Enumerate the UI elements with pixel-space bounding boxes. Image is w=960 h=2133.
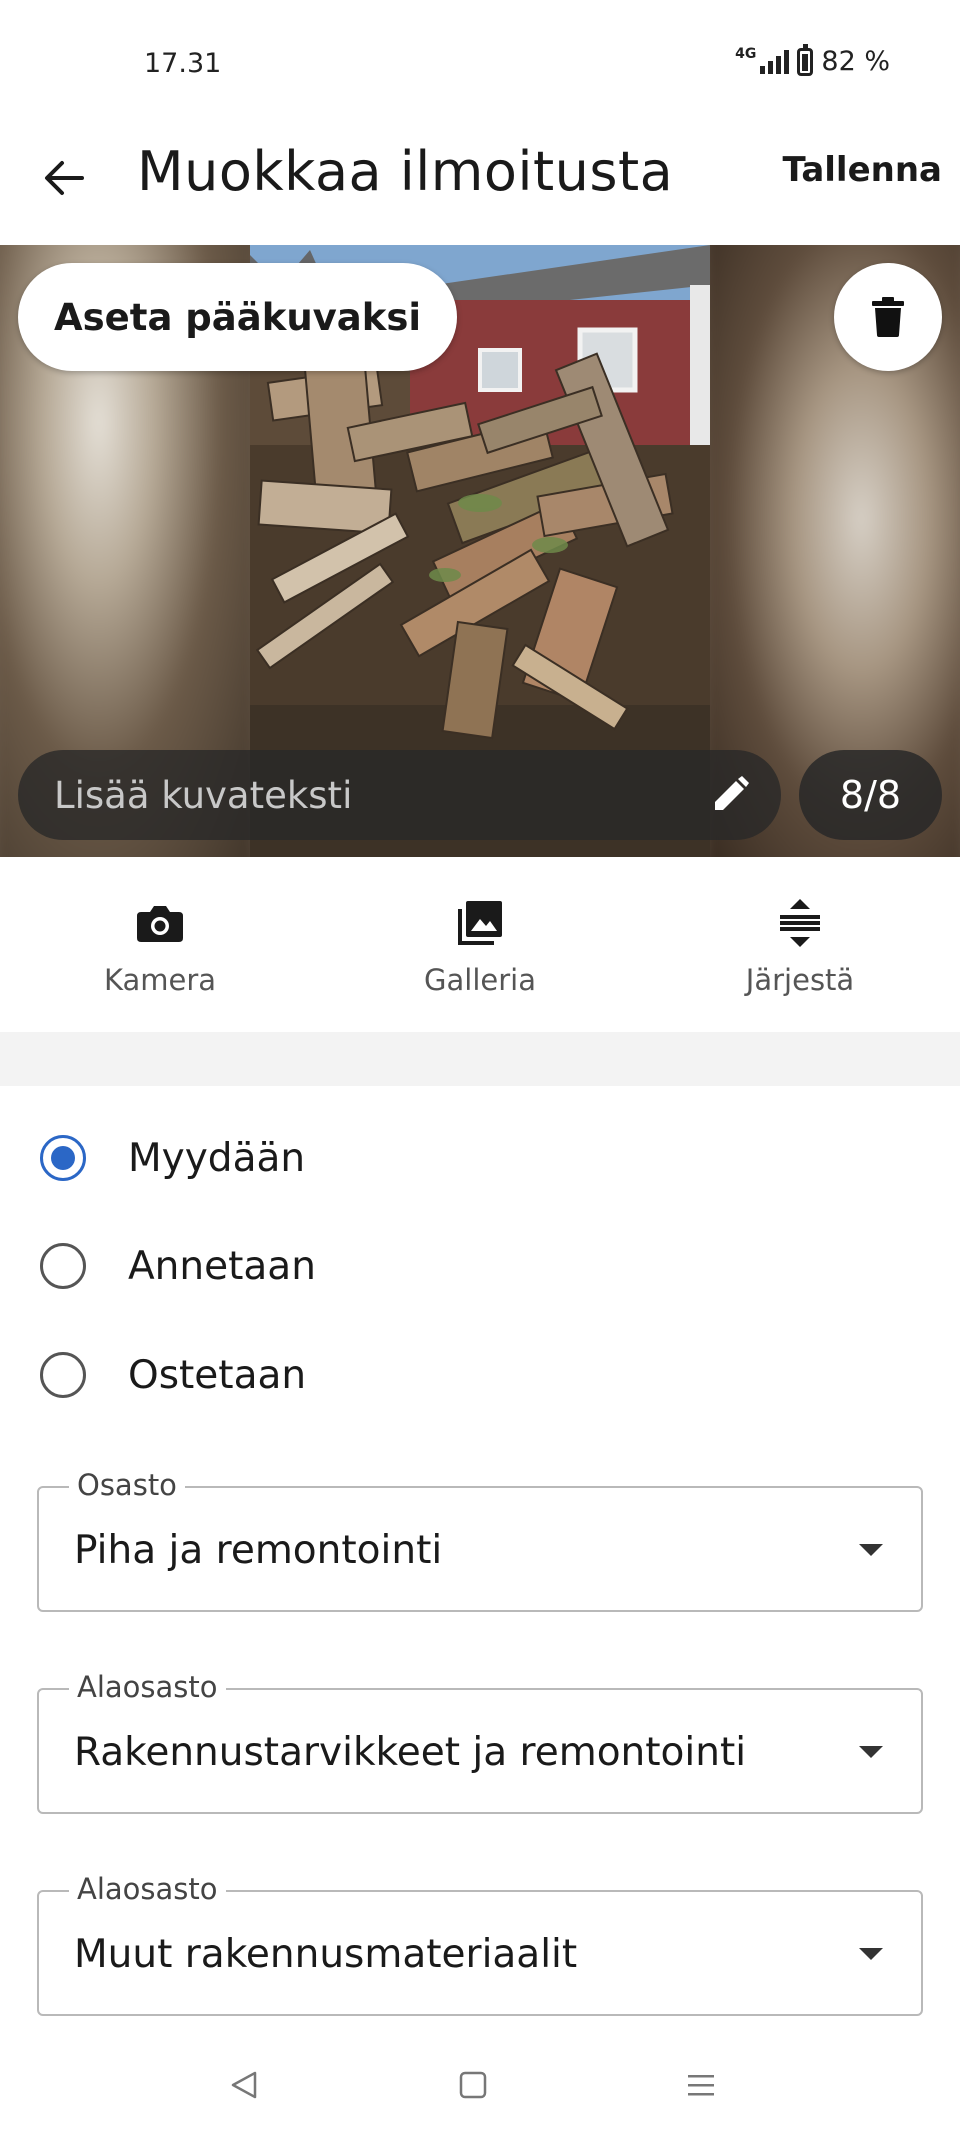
- square-home-icon[interactable]: [448, 2060, 498, 2110]
- gallery-icon: [454, 897, 506, 949]
- caret-down-icon: [859, 1948, 883, 1960]
- save-button[interactable]: Tallenna: [783, 150, 942, 190]
- battery-icon: [797, 43, 814, 76]
- radio-option-myydaan[interactable]: Myydään: [0, 1108, 960, 1208]
- caret-down-icon: [859, 1544, 883, 1556]
- field-label: Osasto: [69, 1468, 185, 1502]
- radio-label: Myydään: [128, 1135, 306, 1181]
- caption-placeholder: Lisää kuvateksti: [54, 773, 353, 817]
- system-nav-bar: [0, 2040, 960, 2133]
- gallery-button[interactable]: Galleria: [320, 857, 640, 1032]
- photo-actions: Kamera Galleria Järjestä: [0, 857, 960, 1032]
- pencil-icon[interactable]: [707, 772, 753, 818]
- field-value: Rakennustarvikkeet ja remontointi: [74, 1730, 747, 1775]
- caret-down-icon: [859, 1746, 883, 1758]
- delete-photo-button[interactable]: [834, 263, 942, 371]
- trash-icon: [872, 297, 904, 337]
- photo-counter: 8/8: [799, 750, 942, 840]
- radio-button[interactable]: [40, 1243, 86, 1289]
- battery-level: 82 %: [821, 46, 890, 77]
- camera-button[interactable]: Kamera: [0, 857, 320, 1032]
- radio-option-annetaan[interactable]: Annetaan: [0, 1216, 960, 1316]
- status-indicators: 4G 82 %: [735, 43, 890, 77]
- department-select[interactable]: Osasto Piha ja remontointi: [37, 1468, 923, 1612]
- page-title: Muokkaa ilmoitusta: [137, 140, 674, 203]
- subdepartment-2-select[interactable]: Alaosasto Muut rakennusmateriaalit: [37, 1872, 923, 2016]
- reorder-label: Järjestä: [745, 963, 855, 997]
- subdepartment-select[interactable]: Alaosasto Rakennustarvikkeet ja remontoi…: [37, 1670, 923, 1814]
- camera-label: Kamera: [103, 963, 217, 997]
- signal-icon: [760, 49, 790, 74]
- caption-input[interactable]: Lisää kuvateksti: [18, 750, 781, 840]
- radio-button[interactable]: [40, 1352, 86, 1398]
- reorder-icon: [774, 897, 826, 949]
- photo-carousel[interactable]: Aseta pääkuvaksi Lisää kuvateksti 8/8: [0, 245, 960, 857]
- back-button[interactable]: [36, 150, 92, 206]
- camera-icon: [134, 897, 186, 949]
- set-main-photo-button[interactable]: Aseta pääkuvaksi: [18, 263, 458, 371]
- radio-label: Annetaan: [128, 1243, 316, 1289]
- network-type: 4G: [735, 45, 757, 62]
- reorder-button[interactable]: Järjestä: [640, 857, 960, 1032]
- radio-button-selected[interactable]: [40, 1135, 86, 1181]
- radio-option-ostetaan[interactable]: Ostetaan: [0, 1325, 960, 1425]
- section-divider: [0, 1032, 960, 1086]
- field-label: Alaosasto: [69, 1872, 226, 1906]
- field-label: Alaosasto: [69, 1670, 226, 1704]
- gallery-label: Galleria: [424, 963, 536, 997]
- triangle-back-icon[interactable]: [219, 2060, 269, 2110]
- arrow-left-icon: [45, 161, 84, 195]
- menu-lines-icon[interactable]: [676, 2060, 726, 2110]
- field-value: Muut rakennusmateriaalit: [74, 1932, 578, 1977]
- radio-label: Ostetaan: [128, 1352, 307, 1398]
- status-time: 17.31: [144, 48, 222, 79]
- status-bar: 17.31 4G 82 %: [0, 0, 960, 120]
- field-value: Piha ja remontointi: [74, 1528, 443, 1573]
- app-bar: Muokkaa ilmoitusta Tallenna: [0, 120, 960, 245]
